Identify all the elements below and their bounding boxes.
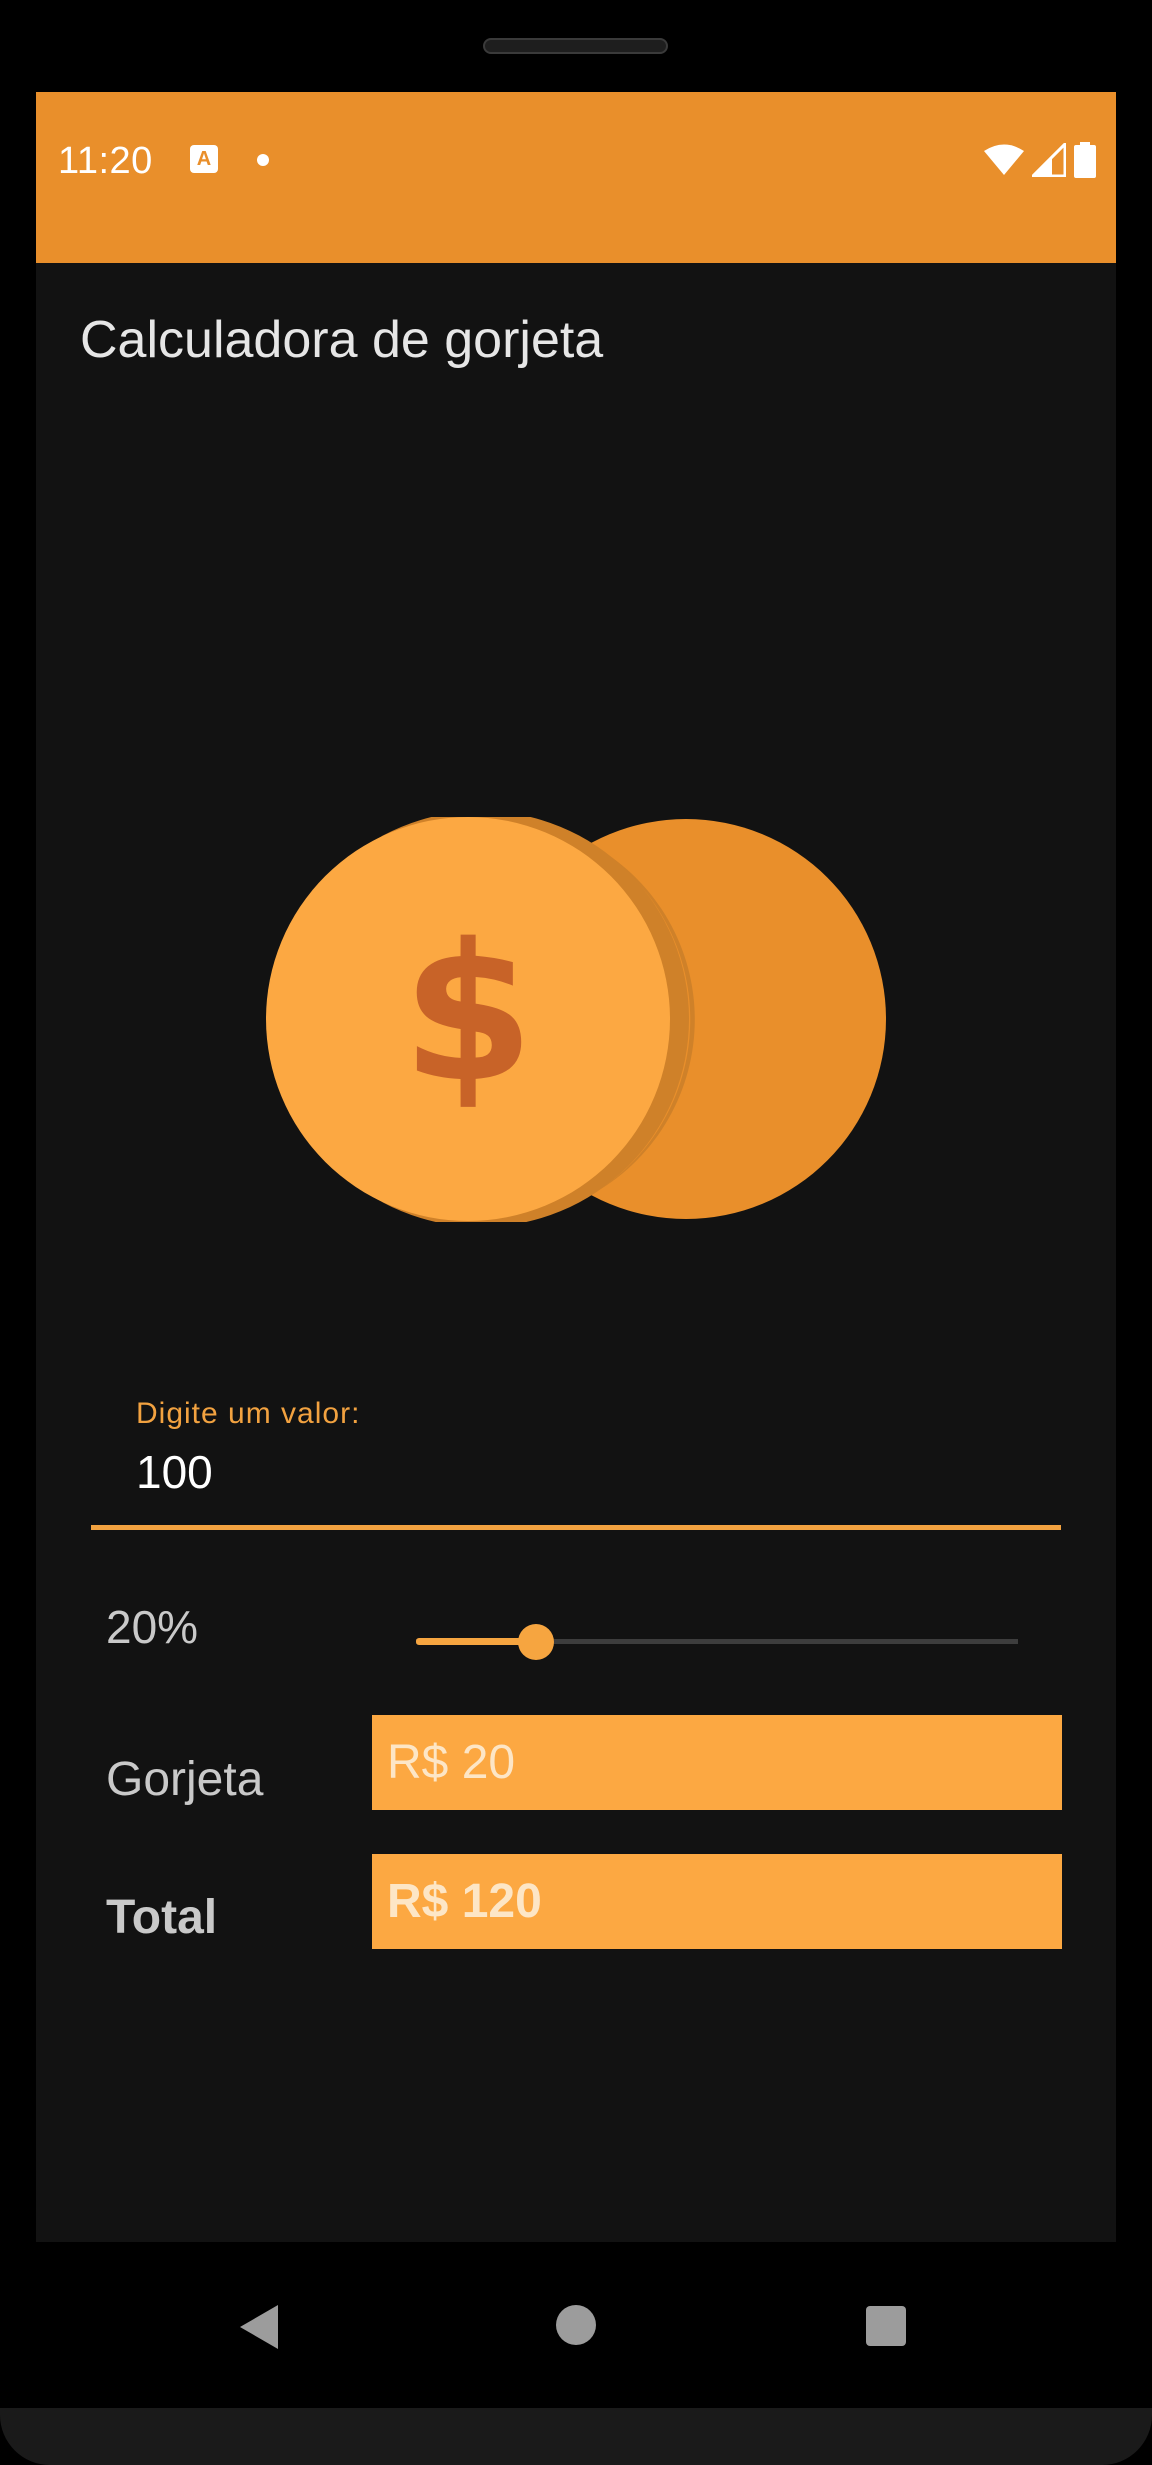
tip-value-box: R$ 20 <box>372 1715 1062 1810</box>
slider-thumb[interactable] <box>518 1624 555 1660</box>
total-value-box: R$ 120 <box>372 1854 1062 1949</box>
device-bottom-bezel <box>0 2408 1152 2465</box>
amount-input[interactable] <box>136 1442 1056 1502</box>
amount-input-underline <box>91 1525 1061 1530</box>
earpiece-speaker <box>483 38 668 54</box>
wifi-icon <box>984 144 1024 175</box>
tip-percent-slider[interactable] <box>416 1622 1018 1662</box>
phone-frame: 11:20 A Calculadora de gorjeta $ Digite … <box>0 0 1152 2465</box>
battery-icon <box>1074 142 1096 178</box>
page-title: Calculadora de gorjeta <box>80 311 604 369</box>
coins-dollar-icon: $ <box>266 817 886 1222</box>
tip-percent-label: 20% <box>106 1601 199 1653</box>
svg-text:$: $ <box>402 903 534 1124</box>
app-screen: 11:20 A Calculadora de gorjeta $ Digite … <box>36 92 1116 2242</box>
status-bar: 11:20 A <box>36 92 1116 263</box>
home-icon[interactable] <box>556 2305 596 2345</box>
recent-apps-icon[interactable] <box>866 2306 906 2346</box>
back-icon[interactable] <box>240 2305 278 2349</box>
navigation-bar <box>0 2242 1152 2412</box>
amount-input-label: Digite um valor: <box>136 1397 361 1430</box>
notification-dot-icon <box>257 154 269 166</box>
cell-signal-icon <box>1032 143 1066 177</box>
status-time: 11:20 <box>58 140 153 182</box>
app-notification-icon: A <box>190 145 218 173</box>
tip-label: Gorjeta <box>106 1753 264 1806</box>
status-icons <box>984 142 1096 178</box>
total-label: Total <box>106 1891 218 1944</box>
